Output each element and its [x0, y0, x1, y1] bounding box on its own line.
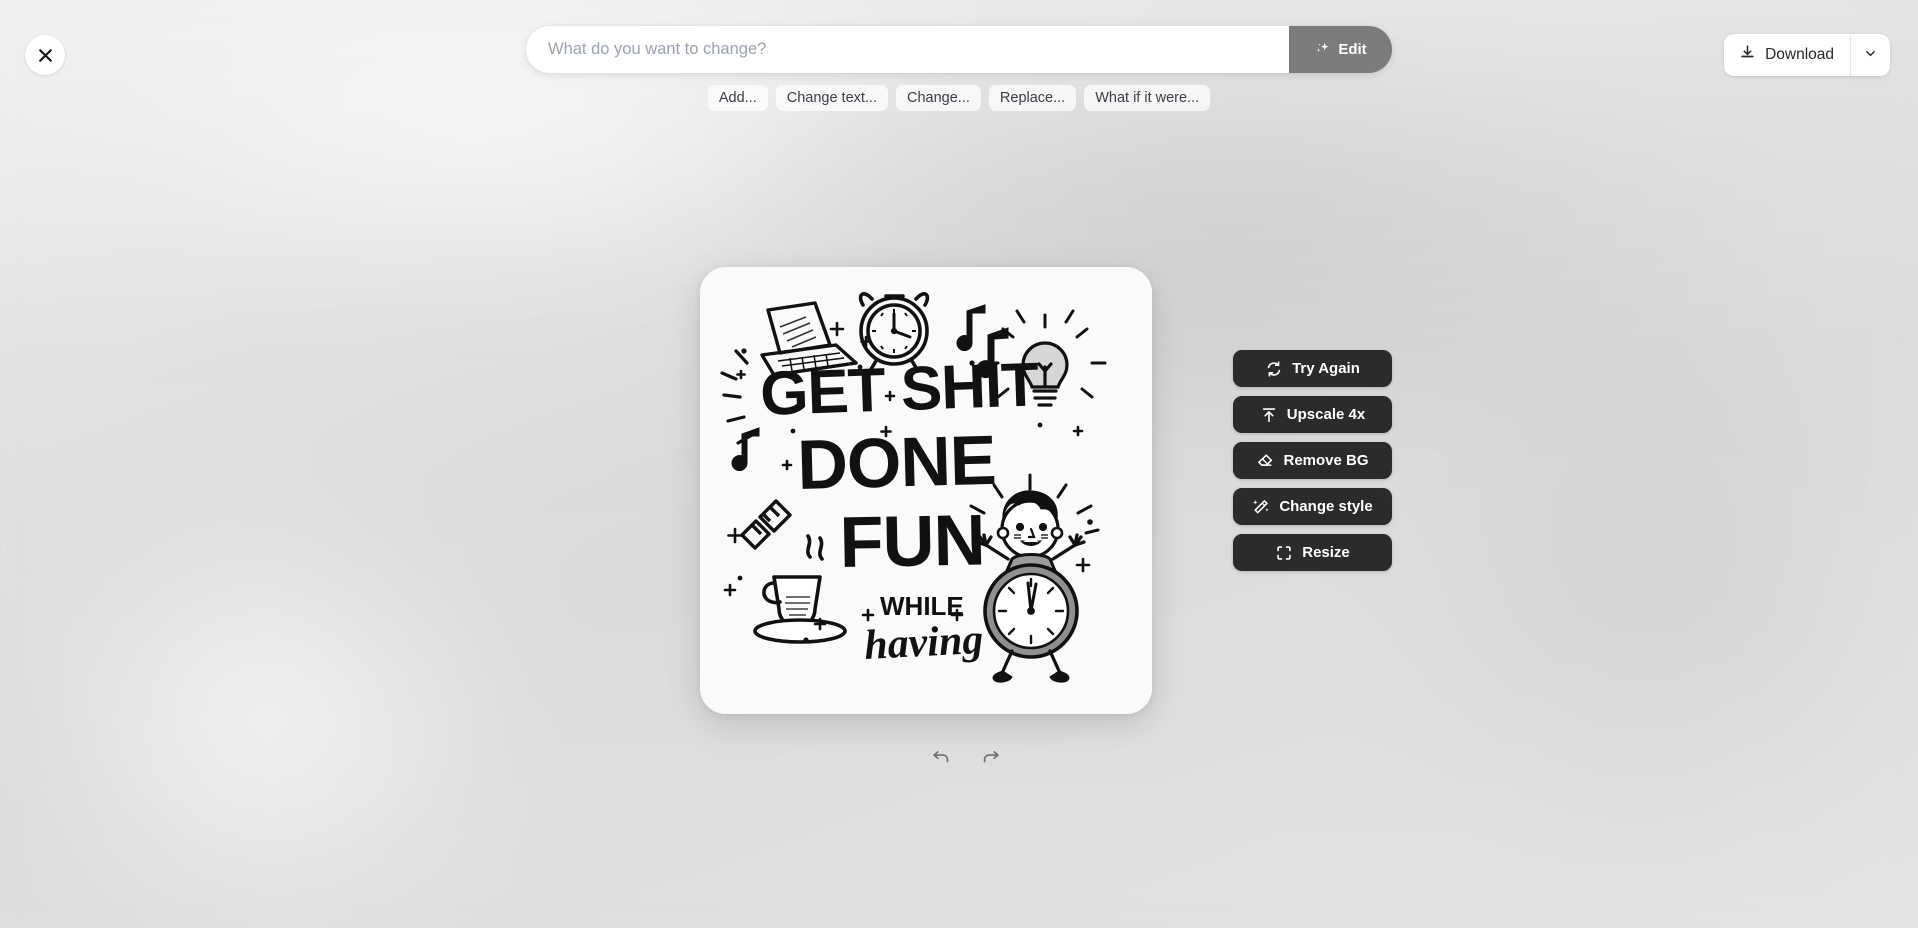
change-style-button[interactable]: Change style — [1233, 488, 1392, 525]
refresh-icon — [1265, 360, 1283, 378]
svg-text:GET SHIT: GET SHIT — [759, 350, 1040, 429]
image-preview-card[interactable]: GET SHIT DONE FUN WHILE having — [700, 267, 1152, 714]
try-again-label: Try Again — [1292, 360, 1360, 377]
arrow-up-bar-icon — [1260, 406, 1278, 424]
download-icon — [1739, 44, 1756, 66]
chevron-down-icon — [1863, 46, 1878, 64]
chip-change[interactable]: Change... — [896, 85, 981, 111]
prompt-input[interactable] — [526, 26, 1289, 73]
remove-bg-button[interactable]: Remove BG — [1233, 442, 1392, 479]
eraser-icon — [1256, 452, 1274, 470]
download-button-group: Download — [1724, 34, 1890, 76]
action-button-list: Try Again Upscale 4x Remove BG Change st… — [1233, 350, 1392, 571]
try-again-button[interactable]: Try Again — [1233, 350, 1392, 387]
download-button[interactable]: Download — [1724, 34, 1850, 76]
chip-what-if[interactable]: What if it were... — [1084, 85, 1211, 111]
svg-text:FUN: FUN — [839, 500, 985, 583]
prompt-input-row: Edit — [526, 26, 1392, 73]
svg-text:having: having — [863, 617, 984, 669]
undo-button[interactable] — [926, 742, 956, 772]
resize-button[interactable]: Resize — [1233, 534, 1392, 571]
svg-text:DONE: DONE — [796, 421, 996, 504]
svg-text:WHILE: WHILE — [880, 591, 964, 621]
chip-add[interactable]: Add... — [707, 85, 768, 111]
sparkle-icon — [1314, 41, 1331, 58]
resize-label: Resize — [1302, 544, 1350, 561]
upscale-label: Upscale 4x — [1286, 406, 1366, 423]
chip-replace[interactable]: Replace... — [988, 85, 1077, 111]
remove-bg-label: Remove BG — [1283, 452, 1369, 469]
undo-arrow-icon — [930, 745, 952, 770]
change-style-label: Change style — [1279, 498, 1373, 515]
history-controls — [926, 742, 1006, 772]
upscale-button[interactable]: Upscale 4x — [1233, 396, 1392, 433]
magic-wand-icon — [1252, 498, 1270, 516]
edit-button-label: Edit — [1338, 41, 1367, 58]
download-dropdown-button[interactable] — [1850, 34, 1890, 76]
close-button[interactable] — [25, 35, 65, 75]
generated-artwork: GET SHIT DONE FUN WHILE having — [700, 267, 1152, 714]
suggestion-chips: Add... Change text... Change... Replace.… — [707, 85, 1211, 111]
prompt-bar: Edit Add... Change text... Change... Rep… — [526, 26, 1392, 111]
crop-frame-icon — [1275, 544, 1293, 562]
redo-arrow-icon — [980, 745, 1002, 770]
image-editor-screen: Edit Add... Change text... Change... Rep… — [0, 0, 1918, 928]
download-button-label: Download — [1765, 46, 1834, 63]
redo-button[interactable] — [976, 742, 1006, 772]
close-icon — [37, 47, 54, 64]
edit-button[interactable]: Edit — [1289, 26, 1392, 73]
chip-change-text[interactable]: Change text... — [775, 85, 889, 111]
